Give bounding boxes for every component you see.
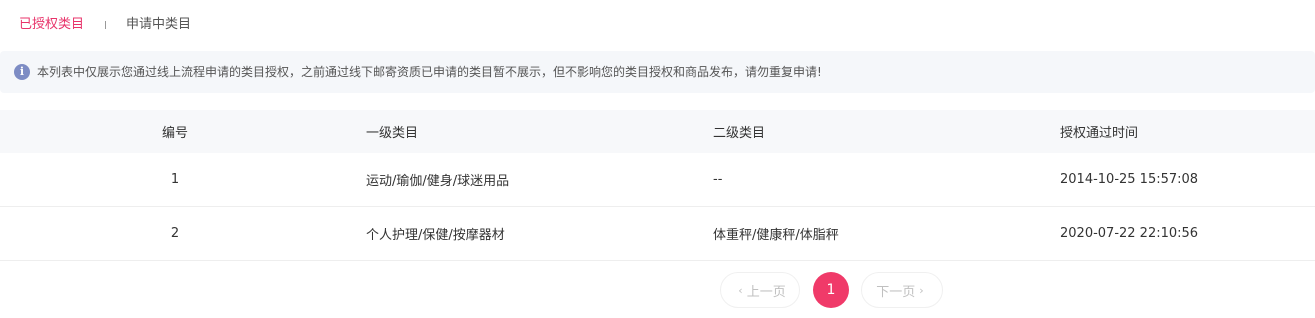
header-level2-category: 二级类目 <box>713 126 766 141</box>
tab-authorized-categories[interactable]: 已授权类目 <box>19 15 84 35</box>
row-id: 1 <box>170 172 180 187</box>
row-level2-category: 体重秤/健康秤/体脂秤 <box>713 228 839 243</box>
chevron-left-icon: ‹ <box>738 283 743 297</box>
table-header: 编号 一级类目 二级类目 授权通过时间 <box>0 110 1315 153</box>
prev-page-button[interactable]: ‹ 上一页 <box>720 272 800 308</box>
authorized-categories-table: 编号 一级类目 二级类目 授权通过时间 1 运动/瑜伽/健身/球迷用品 -- 2… <box>0 110 1315 261</box>
table-row: 2 个人护理/保健/按摩器材 体重秤/健康秤/体脂秤 2020-07-22 22… <box>0 207 1315 261</box>
prev-page-label: 上一页 <box>746 284 786 300</box>
chevron-right-icon: › <box>919 283 924 297</box>
table-row: 1 运动/瑜伽/健身/球迷用品 -- 2014-10-25 15:57:08 <box>0 153 1315 207</box>
tab-divider <box>105 21 106 29</box>
next-page-button[interactable]: 下一页 › <box>861 272 943 308</box>
row-level1-category: 运动/瑜伽/健身/球迷用品 <box>366 174 510 189</box>
row-id: 2 <box>170 226 180 241</box>
pagination: ‹ 上一页 1 下一页 › <box>0 272 1315 308</box>
row-level2-category: -- <box>713 172 723 187</box>
notice-banner: i 本列表中仅展示您通过线上流程申请的类目授权，之前通过线下邮寄资质已申请的类目… <box>0 51 1315 93</box>
header-approval-time: 授权通过时间 <box>1060 126 1139 141</box>
info-icon: i <box>14 64 30 80</box>
tab-pending-categories[interactable]: 申请中类目 <box>126 15 191 35</box>
next-page-label: 下一页 <box>876 284 916 300</box>
header-level1-category: 一级类目 <box>366 126 419 141</box>
row-approval-time: 2020-07-22 22:10:56 <box>1060 226 1199 241</box>
row-level1-category: 个人护理/保健/按摩器材 <box>366 228 505 243</box>
row-approval-time: 2014-10-25 15:57:08 <box>1060 172 1199 187</box>
notice-text: 本列表中仅展示您通过线上流程申请的类目授权，之前通过线下邮寄资质已申请的类目暂不… <box>37 65 822 79</box>
header-id: 编号 <box>161 126 188 141</box>
category-tabs: 已授权类目 申请中类目 <box>0 0 1315 50</box>
page-number-current[interactable]: 1 <box>813 272 849 308</box>
